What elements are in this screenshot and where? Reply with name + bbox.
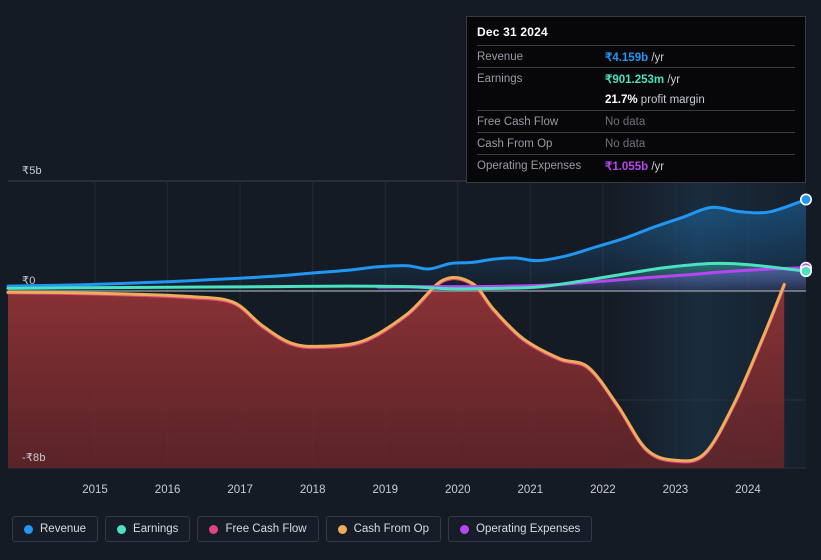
tooltip-row-value: 21.7% profit margin <box>605 94 705 106</box>
legend-item-label: Earnings <box>133 523 179 535</box>
tooltip-row-earnings: Earnings ₹901.253m /yr <box>477 67 795 89</box>
tooltip-title: Dec 31 2024 <box>477 25 548 39</box>
x-axis-tick-2017: 2017 <box>227 484 253 496</box>
y-axis-label-zero: ₹0 <box>22 275 36 287</box>
y-axis-label-top: ₹5b <box>22 165 42 177</box>
x-axis-tick-2023: 2023 <box>662 484 689 496</box>
legend-color-dot <box>117 524 127 534</box>
x-axis-tick-2020: 2020 <box>444 484 471 496</box>
tooltip-row-key: Operating Expenses <box>477 159 582 172</box>
tooltip-row-revenue: Revenue ₹4.159b /yr <box>477 45 795 67</box>
tooltip-value-unit: /yr <box>648 160 665 173</box>
tooltip-value-unit: /yr <box>664 73 681 86</box>
tooltip-row-value: ₹4.159b /yr <box>605 50 664 64</box>
tooltip-value-number: ₹1.055b <box>605 160 649 173</box>
tooltip-no-data: No data <box>605 115 646 128</box>
tooltip-value-unit: /yr <box>648 51 665 64</box>
tooltip-row-free-cash-flow: Free Cash Flow No data <box>477 110 795 132</box>
legend-item-label: Revenue <box>40 523 87 535</box>
tooltip-row-operating-expenses: Operating Expenses ₹1.055b /yr <box>477 154 795 176</box>
tooltip-value-number: ₹901.253m <box>605 73 665 86</box>
legend-item-operating-expenses[interactable]: Operating Expenses <box>448 516 593 542</box>
tooltip-row-cash-from-op: Cash From Op No data <box>477 132 795 154</box>
tooltip-value-number: ₹4.159b <box>605 51 649 64</box>
tooltip-row-key: Earnings <box>477 72 523 85</box>
tooltip-row-key: Revenue <box>477 50 524 63</box>
tooltip-row-value: No data <box>605 116 645 128</box>
legend-color-dot <box>337 524 347 534</box>
chart-legend[interactable]: Revenue Earnings Free Cash Flow Cash From O… <box>12 516 593 542</box>
tooltip-no-data: No data <box>605 137 646 150</box>
x-axis-tick-2024: 2024 <box>735 484 761 496</box>
legend-item-free-cash-flow[interactable]: Free Cash Flow <box>197 516 319 542</box>
legend-item-label: Cash From Op <box>353 523 430 535</box>
legend-item-label: Free Cash Flow <box>225 523 307 535</box>
legend-color-dot <box>209 524 219 534</box>
legend-color-dot <box>460 524 470 534</box>
tooltip-value-number: 21.7% <box>605 93 638 106</box>
legend-item-cash-from-op[interactable]: Cash From Op <box>325 516 442 542</box>
tooltip-row-key: Cash From Op <box>477 137 553 150</box>
tooltip-row-value: No data <box>605 138 645 150</box>
legend-item-earnings[interactable]: Earnings <box>105 516 191 542</box>
legend-item-revenue[interactable]: Revenue <box>12 516 99 542</box>
legend-color-dot <box>24 524 33 534</box>
x-axis-tick-2022: 2022 <box>590 484 616 496</box>
endpoint-marker-earnings[interactable] <box>799 265 812 278</box>
tooltip-row-key: Free Cash Flow <box>477 115 559 128</box>
x-axis-tick-2021: 2021 <box>517 484 544 496</box>
x-axis-tick-2015: 2015 <box>82 484 108 496</box>
chart-tooltip: Dec 31 2024 Revenue ₹4.159b /yr Earnings ₹9… <box>466 16 806 183</box>
tooltip-value-unit: profit margin <box>637 93 705 106</box>
tooltip-rows: Revenue ₹4.159b /yr Earnings ₹901.253m /yr 2… <box>477 45 795 176</box>
x-axis-tick-2018: 2018 <box>299 484 326 496</box>
tooltip-row-profit-margin: 21.7% profit margin <box>477 89 795 110</box>
x-axis-tick-2019: 2019 <box>372 484 399 496</box>
x-axis-tick-2016: 2016 <box>154 484 181 496</box>
y-axis-label-bottom: -₹8b <box>22 452 46 464</box>
chart-root: ₹5b ₹0 -₹8b 2015 2016 2017 2018 2019 2020 2021… <box>0 0 821 560</box>
tooltip-row-value: ₹1.055b /yr <box>605 159 664 173</box>
legend-item-label: Operating Expenses <box>476 523 581 535</box>
tooltip-row-value: ₹901.253m /yr <box>605 72 680 86</box>
endpoint-marker-revenue[interactable] <box>799 193 812 206</box>
